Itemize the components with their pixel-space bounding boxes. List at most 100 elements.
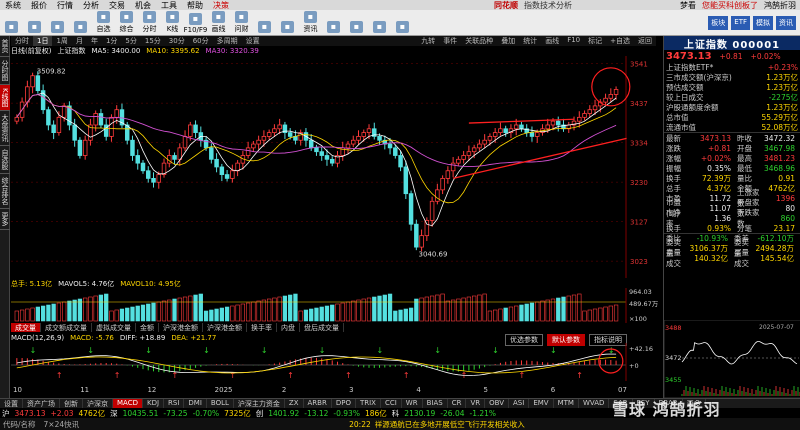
chart-tool-button[interactable]: F10 [563, 36, 584, 46]
news-headline[interactable]: 祥源通航已在多地开展低空飞行开发相关收入 [371, 419, 525, 430]
bottom-tab[interactable]: BIAS [423, 399, 448, 408]
intraday-mini-chart[interactable]: 3488 3472 3455 2025-07-07 [664, 320, 800, 398]
kline-chart[interactable]: 3541 3437 3334 3230 3127 3023 3509.82 3040.69 [11, 56, 663, 278]
toolbar-button[interactable]: ▪ [322, 11, 345, 35]
period-tab[interactable]: 1分 [102, 36, 121, 46]
bottom-tab[interactable]: BOLL [207, 399, 234, 408]
indicator-tab[interactable]: 换手率 [247, 323, 277, 332]
sidebar-item[interactable]: 综合排名 [0, 174, 10, 209]
sidebar-item[interactable]: K线图 [0, 85, 10, 111]
period-tab[interactable]: 1周 [52, 36, 71, 46]
bottom-tab[interactable]: 沪深京 [83, 399, 113, 408]
macd-chart[interactable]: ↓↑↓↑↓↑↓↑↓↑↓↑↓↑↓↑↓↑↓↑↓ +42.16+0 [11, 343, 663, 381]
chart-tool-button[interactable]: 标记 [584, 36, 606, 46]
bottom-tab[interactable]: ZX [285, 399, 304, 408]
toolbar-button[interactable]: ▪ K线 [161, 10, 184, 35]
promo-link[interactable]: 您能买科创板了 [702, 0, 758, 11]
toolbar-button[interactable]: ▪ [345, 11, 368, 35]
toolbar-button[interactable]: ▪ 分时 [138, 10, 161, 35]
indicator-tab[interactable]: 沪深港金额 [203, 323, 247, 332]
period-tab[interactable]: 15分 [141, 36, 165, 46]
toolbar-button[interactable]: ▪ F10/F9 [184, 11, 207, 35]
menu-item[interactable]: 分析 [78, 0, 104, 11]
bottom-tab[interactable]: CR [448, 399, 467, 408]
bottom-tab[interactable]: EMV [529, 399, 554, 408]
menu-item[interactable]: 决策 [208, 0, 234, 11]
bottom-tab[interactable]: ARBR [304, 399, 332, 408]
bottom-tab[interactable]: RSI [164, 399, 185, 408]
ad-button[interactable]: 资讯 [776, 15, 796, 30]
bottom-tab[interactable]: 沪深主力资金 [234, 399, 285, 408]
period-tab[interactable]: 30分 [165, 36, 189, 46]
toolbar-button[interactable]: ▪ [368, 11, 391, 35]
sidebar-item[interactable]: 自选股 [0, 146, 10, 174]
bottom-tab[interactable]: 资产广场 [23, 399, 60, 408]
period-tab[interactable]: 分时 [11, 36, 33, 46]
menu-item[interactable]: 系统 [0, 0, 26, 11]
period-tab[interactable]: 设置 [242, 36, 264, 46]
user-name[interactable]: 鸿鹄折羽 [764, 0, 796, 11]
chart-tool-button[interactable]: +自选 [606, 36, 634, 46]
bottom-tab[interactable]: 创新 [60, 399, 83, 408]
bottom-tab[interactable]: MACD [113, 399, 143, 408]
menu-item[interactable]: 工具 [156, 0, 182, 11]
bottom-tab[interactable]: DPO [332, 399, 356, 408]
toolbar-button[interactable]: ▪ [23, 11, 46, 35]
period-tab[interactable]: 1日 [33, 36, 53, 46]
sidebar-item[interactable]: 大盘资讯 [0, 111, 10, 146]
chart-tool-button[interactable]: 事件 [439, 36, 461, 46]
menu-item[interactable]: 帮助 [182, 0, 208, 11]
sidebar-item[interactable]: 分时图 [0, 57, 10, 85]
toolbar-button[interactable]: ▪ 资讯 [299, 10, 322, 35]
toolbar-button[interactable]: ▪ 综合 [115, 10, 138, 35]
bottom-tab[interactable]: DMI [184, 399, 207, 408]
news-feed-tab[interactable]: 7×24快讯 [36, 419, 80, 430]
bottom-tab[interactable]: WVAD [579, 399, 610, 408]
menu-item[interactable]: 报价 [26, 0, 52, 11]
chart-mode[interactable]: 日线(前复权) [11, 46, 51, 56]
toolbar-button[interactable]: ▪ 问财 [230, 10, 253, 35]
chart-tool-button[interactable]: 关联品种 [461, 36, 497, 46]
indicator-tab[interactable]: 成交量 [11, 323, 41, 332]
indicator-tab[interactable]: 成交额成交量 [41, 323, 92, 332]
period-tab[interactable]: 5分 [121, 36, 140, 46]
bottom-tab[interactable]: MTM [554, 399, 579, 408]
indicator-tab[interactable]: 盘后成交量 [300, 323, 344, 332]
toolbar-button[interactable]: ▪ [46, 11, 69, 35]
period-tab[interactable]: 月 [72, 36, 87, 46]
bottom-tab[interactable]: VR [466, 399, 486, 408]
chart-tool-button[interactable]: 返回 [634, 36, 656, 46]
indicator-tab[interactable]: 沪深港金额 [159, 323, 203, 332]
chart-tool-button[interactable]: 画线 [541, 36, 563, 46]
bottom-tab[interactable]: 设置 [0, 399, 23, 408]
toolbar-button[interactable]: ▪ [253, 11, 276, 35]
chart-tool-button[interactable]: 九转 [417, 36, 439, 46]
ad-button[interactable]: ETF [731, 15, 750, 30]
period-tab[interactable]: 60分 [189, 36, 213, 46]
ad-button[interactable]: 模拟 [753, 15, 773, 30]
sidebar-item[interactable]: 首页 [0, 36, 10, 57]
period-tab[interactable]: 多周期 [213, 36, 242, 46]
chart-tool-button[interactable]: 叠加 [497, 36, 519, 46]
volume-chart[interactable]: 964.03 489.67万 ×100 [11, 288, 663, 323]
menu-item[interactable]: 行情 [52, 0, 78, 11]
toolbar-button[interactable]: ▪ [276, 11, 299, 35]
toolbar-button[interactable]: ▪ [391, 11, 414, 35]
menu-item[interactable]: 机会 [130, 0, 156, 11]
bottom-tab[interactable]: OBV [485, 399, 510, 408]
code-search-input[interactable]: 代码/名称 [0, 419, 36, 430]
indicator-tab[interactable]: 虚拟成交量 [92, 323, 136, 332]
ad-button[interactable]: 板块 [708, 15, 729, 30]
bottom-tab[interactable]: CCI [381, 399, 402, 408]
period-tab[interactable]: 年 [87, 36, 102, 46]
toolbar-button[interactable]: ▪ [0, 11, 23, 35]
indicator-tab[interactable]: 金额 [136, 323, 159, 332]
bottom-tab[interactable]: WR [402, 399, 423, 408]
bottom-tab[interactable]: TRIX [356, 399, 381, 408]
indicator-tab[interactable]: 内盘 [277, 323, 300, 332]
bottom-tab[interactable]: ASI [509, 399, 530, 408]
chart-tool-button[interactable]: 统计 [519, 36, 541, 46]
toolbar-button[interactable]: ▪ 自选 [92, 10, 115, 35]
toolbar-button[interactable]: ▪ [69, 11, 92, 35]
menu-item[interactable]: 交易 [104, 0, 130, 11]
